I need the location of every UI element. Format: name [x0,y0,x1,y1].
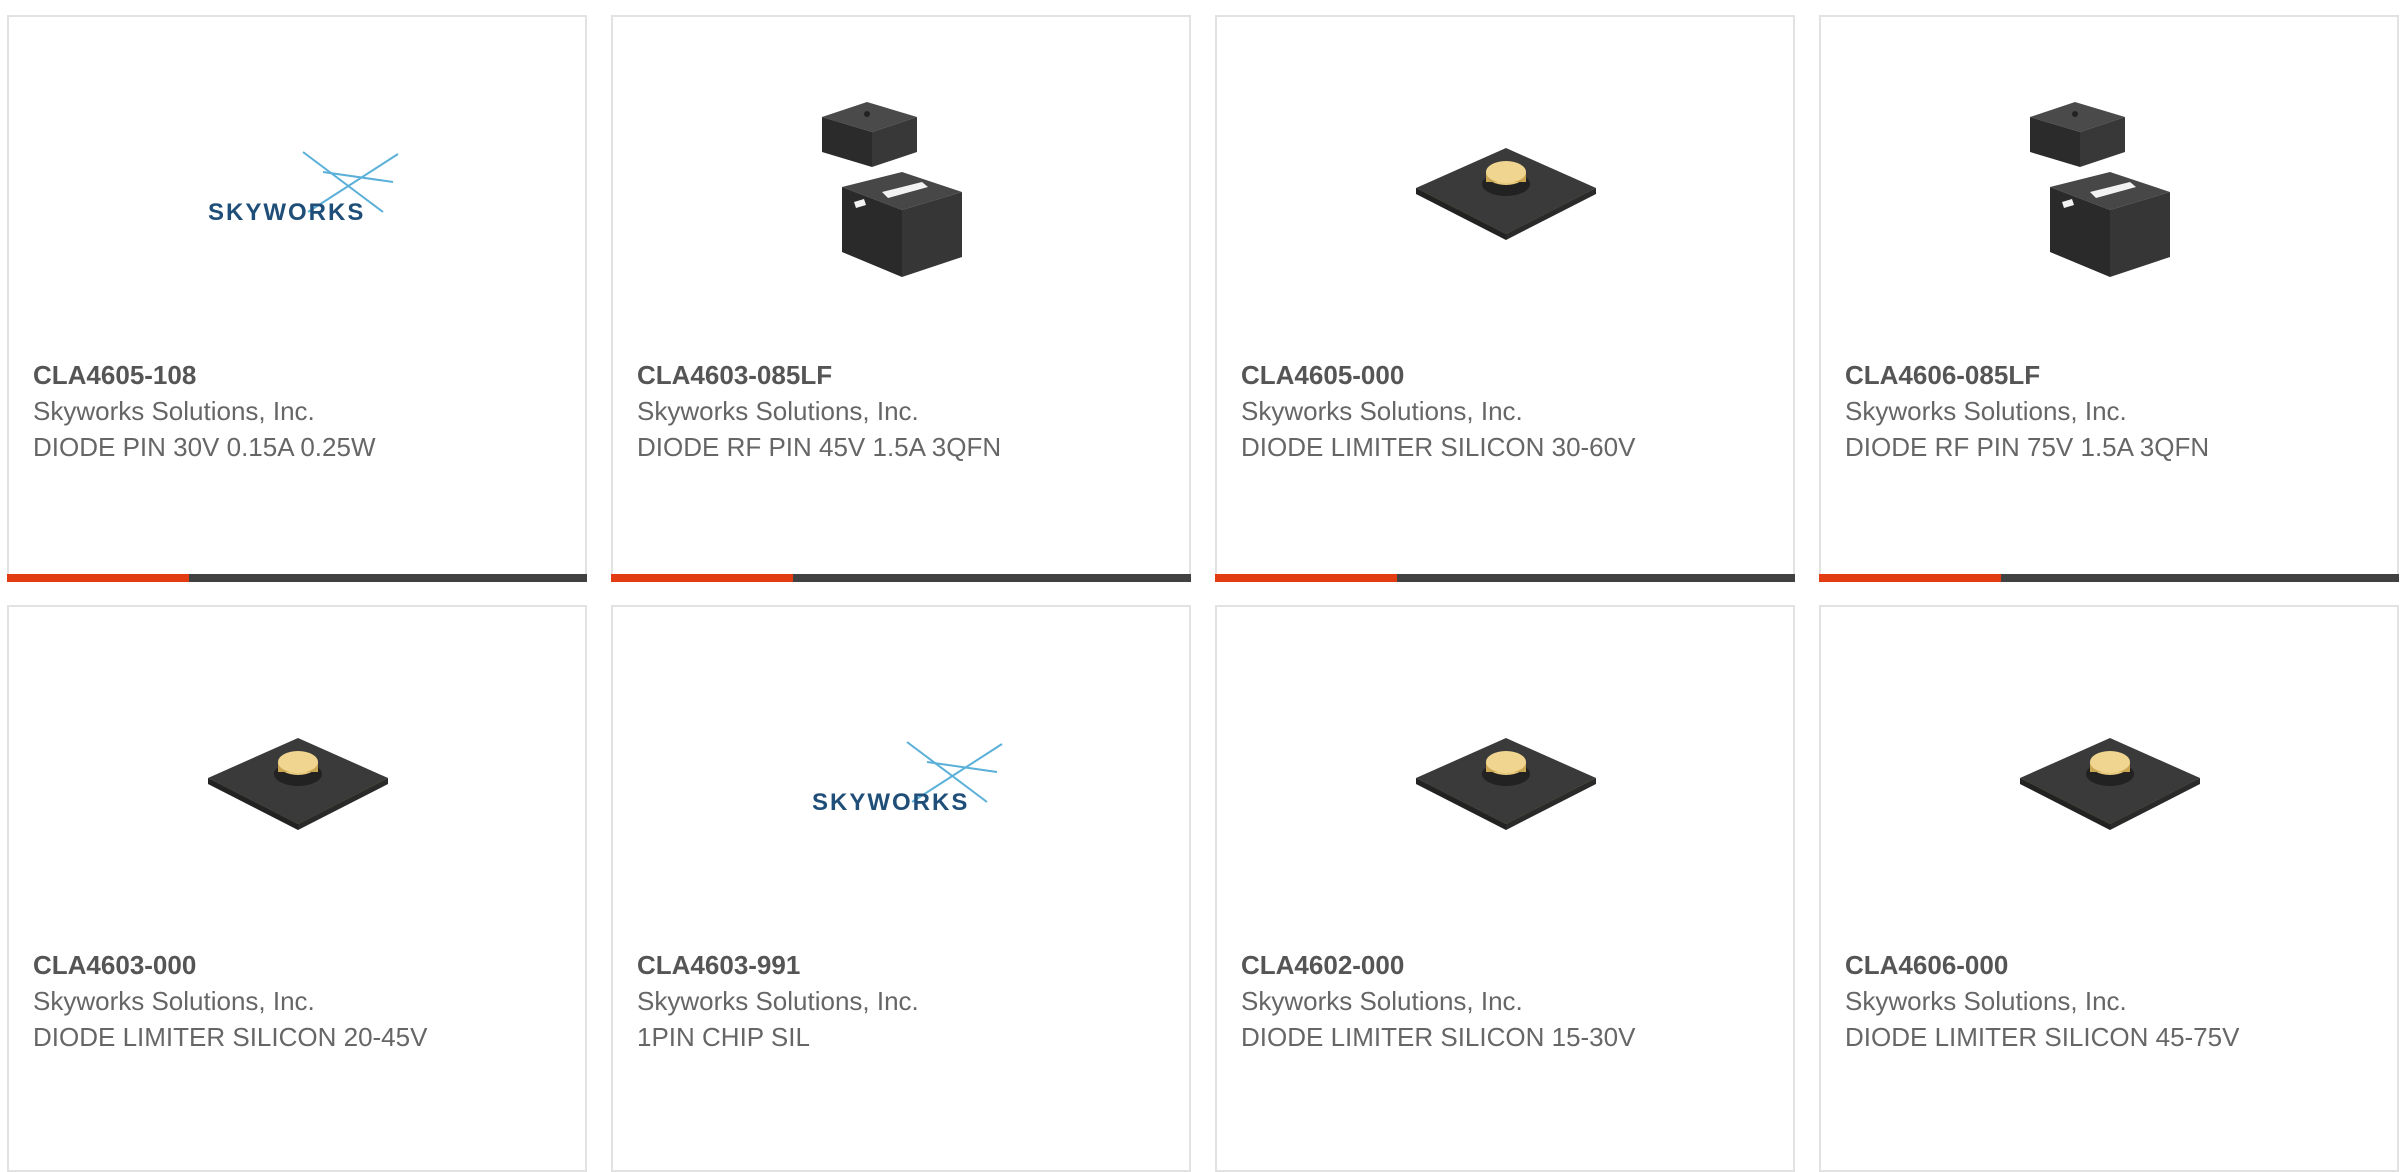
product-card[interactable]: CLA4603-085LF Skyworks Solutions, Inc. D… [611,15,1191,582]
card-footer-accent [7,574,189,582]
product-card[interactable]: CLA4603-000 Skyworks Solutions, Inc. DIO… [7,605,587,1172]
chip-diode-icon [1401,87,1611,297]
part-number[interactable]: CLA4605-108 [33,357,453,393]
description: DIODE RF PIN 45V 1.5A 3QFN [637,432,1002,462]
chip-diode-icon [1401,677,1611,887]
skyworks-logo: SKYWORKS [797,677,1007,887]
manufacturer: Skyworks Solutions, Inc. [637,986,919,1016]
card-footer-bar [7,574,587,582]
product-card[interactable]: CLA4602-000 Skyworks Solutions, Inc. DIO… [1215,605,1795,1172]
part-number[interactable]: CLA4603-000 [33,947,453,983]
qfn-package-icon [797,87,1007,297]
description: DIODE LIMITER SILICON 30-60V [1241,432,1636,462]
product-grid: SKYWORKS CLA4605-108 Skyworks Solutions,… [7,15,2400,1172]
manufacturer: Skyworks Solutions, Inc. [33,986,315,1016]
chip-diode-icon [2005,677,2215,887]
product-card[interactable]: SKYWORKS CLA4603-991 Skyworks Solutions,… [611,605,1191,1172]
manufacturer: Skyworks Solutions, Inc. [1845,396,2127,426]
part-number[interactable]: CLA4603-085LF [637,357,1057,393]
product-card[interactable]: CLA4605-000 Skyworks Solutions, Inc. DIO… [1215,15,1795,582]
card-footer-bar [611,574,1191,582]
description: DIODE LIMITER SILICON 15-30V [1241,1022,1636,1052]
card-footer-accent [1215,574,1397,582]
description: DIODE RF PIN 75V 1.5A 3QFN [1845,432,2210,462]
svg-text:SKYWORKS: SKYWORKS [812,789,969,816]
svg-text:SKYWORKS: SKYWORKS [208,199,365,226]
product-card[interactable]: SKYWORKS CLA4605-108 Skyworks Solutions,… [7,15,587,582]
part-number[interactable]: CLA4602-000 [1241,947,1661,983]
manufacturer: Skyworks Solutions, Inc. [1845,986,2127,1016]
chip-diode-icon [193,677,403,887]
manufacturer: Skyworks Solutions, Inc. [1241,986,1523,1016]
qfn-package-icon [2005,87,2215,297]
skyworks-logo: SKYWORKS [193,87,403,297]
manufacturer: Skyworks Solutions, Inc. [1241,396,1523,426]
part-number[interactable]: CLA4605-000 [1241,357,1661,393]
part-number[interactable]: CLA4606-000 [1845,947,2265,983]
manufacturer: Skyworks Solutions, Inc. [33,396,315,426]
product-card[interactable]: CLA4606-000 Skyworks Solutions, Inc. DIO… [1819,605,2399,1172]
description: DIODE LIMITER SILICON 45-75V [1845,1022,2240,1052]
card-footer-accent [611,574,793,582]
product-card[interactable]: CLA4606-085LF Skyworks Solutions, Inc. D… [1819,15,2399,582]
part-number[interactable]: CLA4606-085LF [1845,357,2265,393]
manufacturer: Skyworks Solutions, Inc. [637,396,919,426]
card-footer-bar [1215,574,1795,582]
card-footer-accent [1819,574,2001,582]
description: DIODE PIN 30V 0.15A 0.25W [33,432,376,462]
description: 1PIN CHIP SIL [637,1022,810,1052]
part-number[interactable]: CLA4603-991 [637,947,1057,983]
description: DIODE LIMITER SILICON 20-45V [33,1022,428,1052]
card-footer-bar [1819,574,2399,582]
